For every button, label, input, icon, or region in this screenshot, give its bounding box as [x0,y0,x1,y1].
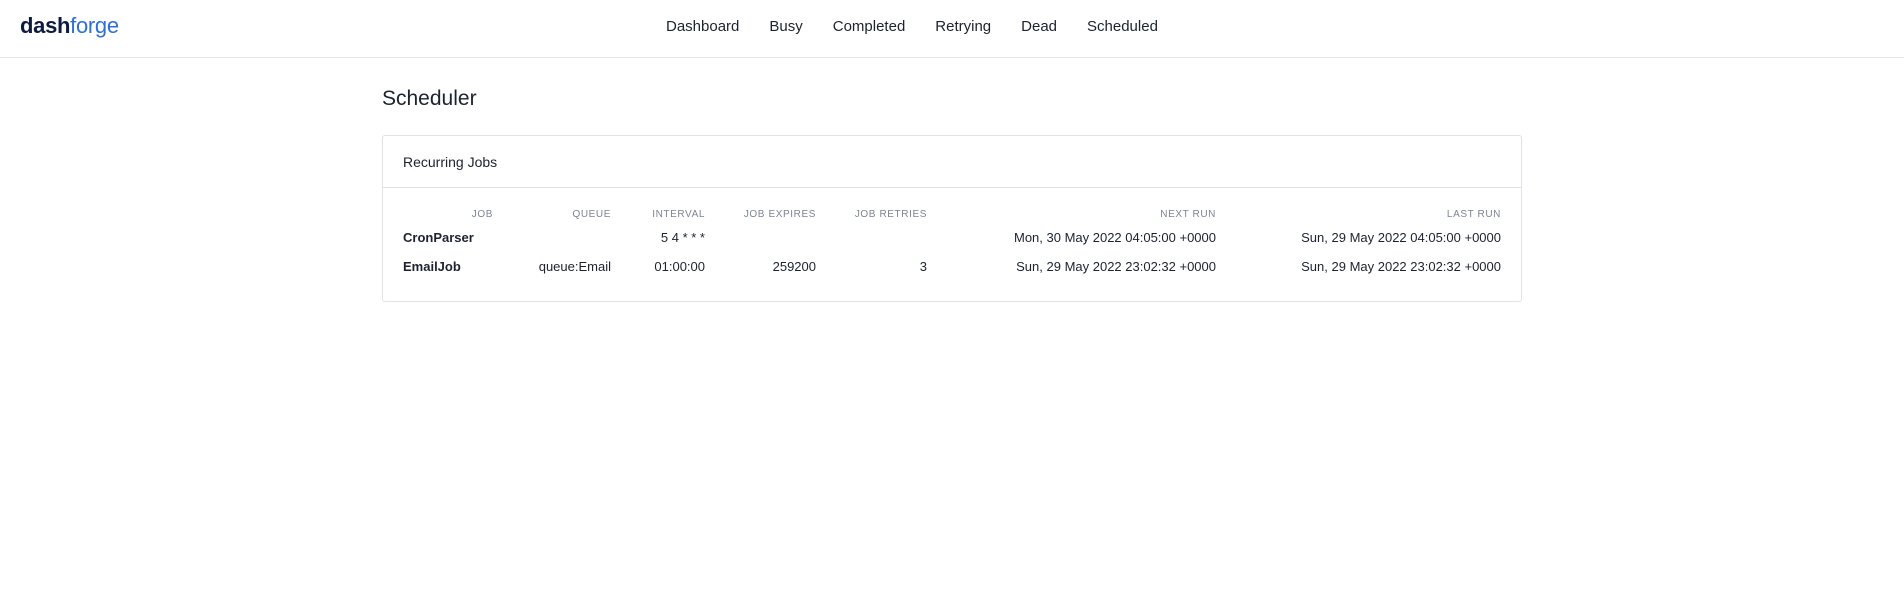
job-expires: 259200 [772,259,816,274]
column-header-job: JOB [471,208,493,220]
brand-logo-part1: dash [20,13,71,38]
top-navbar: dashforge Dashboard Busy Completed Retry… [0,0,1904,58]
job-last-run: Sun, 29 May 2022 04:05:00 +0000 [1301,230,1501,245]
column-header-queue: QUEUE [572,208,611,220]
job-next-run: Sun, 29 May 2022 23:02:32 +0000 [1016,259,1216,274]
job-last-run: Sun, 29 May 2022 23:02:32 +0000 [1301,259,1501,274]
nav-completed[interactable]: Completed [833,18,906,35]
nav-dashboard[interactable]: Dashboard [666,18,739,35]
job-interval: 01:00:00 [654,259,705,274]
job-queue: queue:Email [538,259,611,274]
card-title: Recurring Jobs [383,136,1521,188]
job-expires [705,223,816,252]
brand-logo[interactable]: dashforge [20,12,119,40]
job-name: CronParser [403,230,474,245]
job-interval: 5 4 * * * [660,230,705,245]
job-next-run: Mon, 30 May 2022 04:05:00 +0000 [1013,230,1216,245]
nav-busy[interactable]: Busy [769,18,802,35]
column-header-job-retries: JOB RETRIES [854,208,927,220]
job-queue [493,223,611,252]
nav-scheduled[interactable]: Scheduled [1087,18,1158,35]
main-nav: Dashboard Busy Completed Retrying Dead S… [666,0,1158,52]
job-retries [816,223,927,252]
nav-dead[interactable]: Dead [1021,18,1057,35]
recurring-jobs-card: Recurring Jobs JOB QUEUE INTERVAL JOB EX… [382,135,1522,302]
job-retries: 3 [919,259,927,274]
recurring-jobs-table: JOB QUEUE INTERVAL JOB EXPIRES JOB RETRI… [403,205,1501,281]
column-header-job-expires: JOB EXPIRES [743,208,816,220]
column-header-interval: INTERVAL [652,208,705,220]
column-header-next-run: NEXT RUN [1160,208,1216,220]
job-name: EmailJob [403,259,461,274]
table-header-row: JOB QUEUE INTERVAL JOB EXPIRES JOB RETRI… [403,205,1501,223]
table-row: CronParser 5 4 * * * Mon, 30 May 2022 04… [403,223,1501,252]
page-title: Scheduler [382,87,477,110]
nav-retrying[interactable]: Retrying [935,18,991,35]
column-header-last-run: LAST RUN [1446,208,1501,220]
table-row: EmailJob queue:Email 01:00:00 259200 3 S… [403,252,1501,281]
brand-logo-part2: forge [70,13,119,38]
